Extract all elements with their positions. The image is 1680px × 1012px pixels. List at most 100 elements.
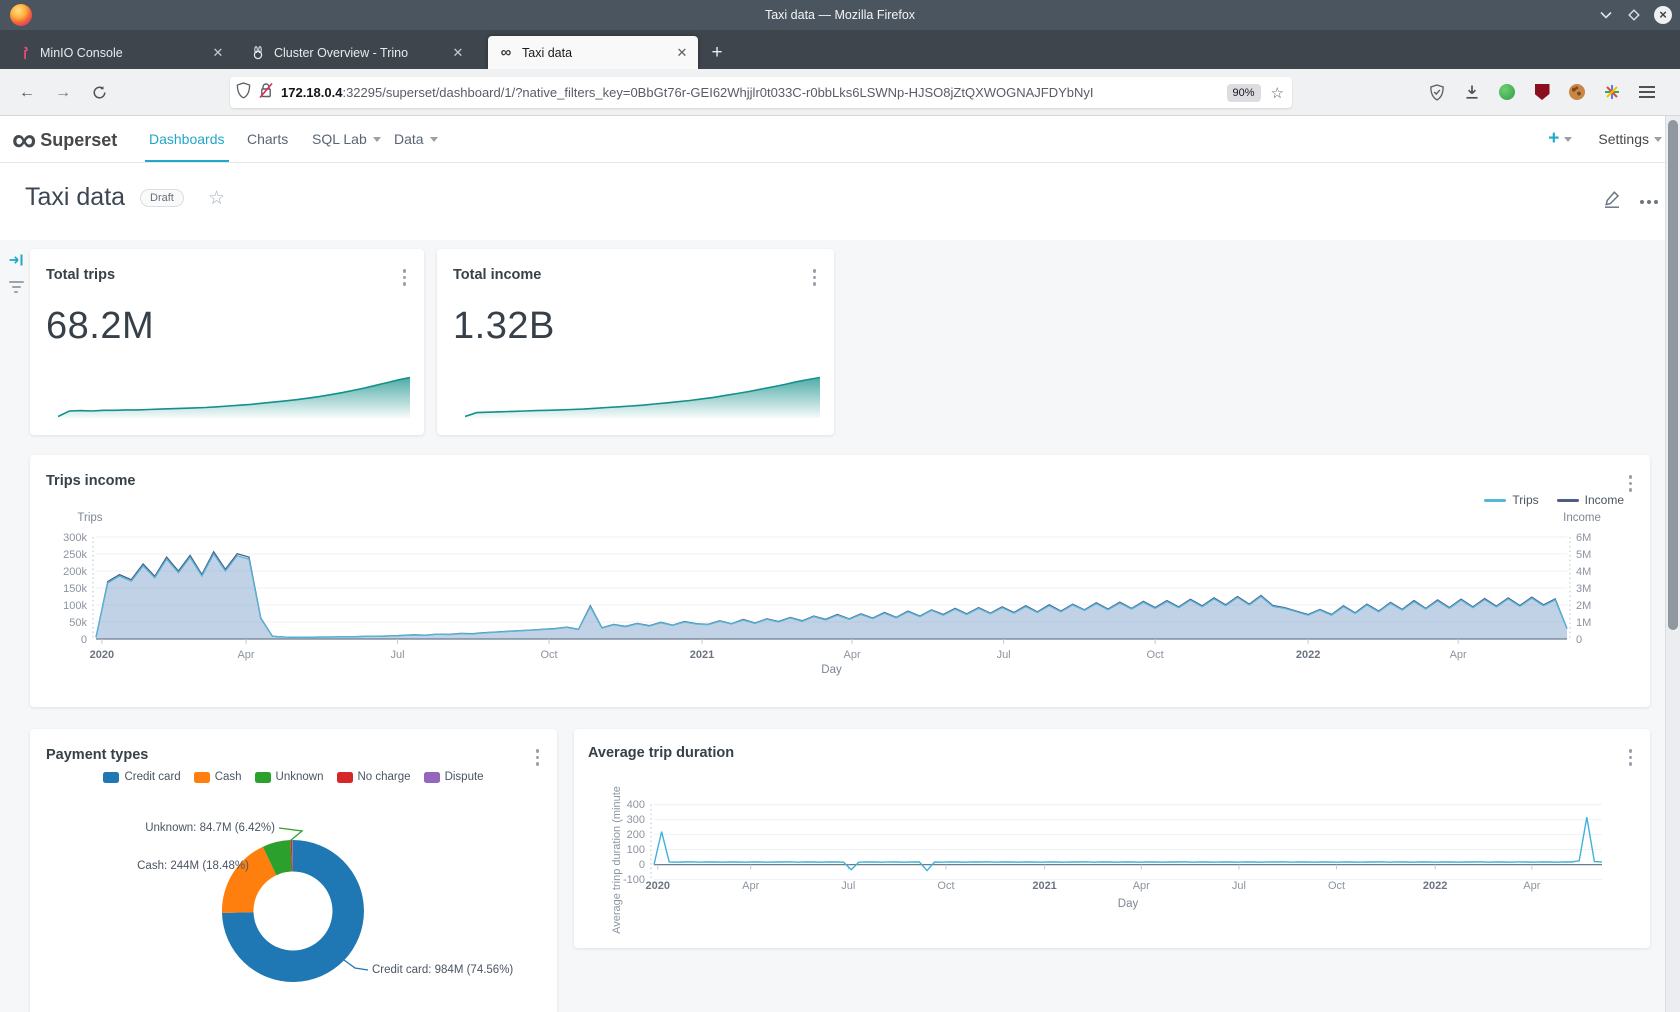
url-bar[interactable]: 172.18.0.4:32295/superset/dashboard/1/?n… — [230, 77, 1292, 108]
chart-legend[interactable]: Credit card Cash Unknown No charge Dispu… — [30, 771, 557, 783]
reload-icon[interactable] — [86, 80, 112, 106]
minio-flamingo-icon — [16, 45, 32, 61]
nav-item-charts[interactable]: Charts — [243, 116, 292, 162]
payment-types-donut-chart[interactable]: Unknown: 84.7M (6.42%) Cash: 244M (18.48%… — [30, 789, 557, 1012]
card-total-trips: Total trips 68.2M — [30, 249, 424, 435]
tab-close-icon[interactable]: ✕ — [210, 45, 226, 61]
svg-text:Apr: Apr — [1523, 880, 1540, 892]
window-close-icon[interactable]: × — [1654, 6, 1672, 24]
svg-text:100k: 100k — [63, 600, 87, 612]
svg-text:2020: 2020 — [90, 649, 114, 661]
dashboard-title: Taxi data — [25, 183, 125, 212]
tab-close-icon[interactable]: ✕ — [674, 45, 690, 61]
card-trips-income: Trips income Trips Income 300k6M250k5M20… — [30, 455, 1650, 707]
menu-hamburger-icon[interactable] — [1638, 83, 1656, 101]
svg-text:Apr: Apr — [1450, 649, 1467, 661]
legend-item-credit-card[interactable]: Credit card — [103, 771, 180, 783]
svg-text:1M: 1M — [1576, 617, 1591, 629]
svg-text:Cash: 244M (18.48%): Cash: 244M (18.48%) — [137, 860, 249, 872]
nav-item-sql-lab[interactable]: SQL Lab — [308, 116, 385, 162]
chevron-down-icon — [1564, 137, 1572, 142]
tab-minio-console[interactable]: MinIO Console ✕ — [6, 36, 234, 69]
edit-pencil-icon[interactable] — [1602, 189, 1622, 214]
tab-trino-cluster[interactable]: Cluster Overview - Trino ✕ — [240, 36, 474, 69]
filter-funnel-icon[interactable] — [8, 278, 24, 296]
svg-text:2M: 2M — [1576, 600, 1591, 612]
dashboard-body: Total trips 68.2M Total income 1.32B Tri… — [0, 240, 1680, 1012]
legend-item-no-charge[interactable]: No charge — [337, 771, 411, 783]
superset-infinity-logo-icon: ∞ — [12, 123, 34, 157]
avg-trip-duration-chart[interactable]: 4003002001000-100Average trinp duration … — [574, 729, 1650, 953]
svg-text:Apr: Apr — [844, 649, 861, 661]
svg-text:Income: Income — [1563, 512, 1601, 524]
download-icon[interactable] — [1463, 83, 1481, 101]
trendline-chart[interactable] — [58, 374, 410, 423]
svg-text:Day: Day — [821, 664, 842, 676]
chart-options-icon[interactable] — [809, 265, 821, 290]
svg-text:2022: 2022 — [1296, 649, 1320, 661]
svg-text:400: 400 — [627, 799, 645, 811]
expand-filter-bar-icon[interactable] — [8, 252, 25, 273]
protection-shield-check-icon[interactable] — [1428, 83, 1446, 101]
trino-bunny-icon — [250, 45, 266, 61]
tab-taxi-data[interactable]: ∞ Taxi data ✕ — [488, 36, 698, 69]
svg-text:Trips: Trips — [77, 512, 102, 524]
svg-text:0: 0 — [1576, 634, 1582, 646]
svg-text:Oct: Oct — [541, 649, 558, 661]
window-title: Taxi data — Mozilla Firefox — [0, 0, 1680, 30]
svg-text:100: 100 — [627, 844, 645, 856]
svg-text:4M: 4M — [1576, 566, 1591, 578]
superset-logo[interactable]: ∞ Superset — [12, 120, 117, 160]
ublock-shield-icon[interactable] — [1533, 83, 1551, 101]
tab-label: Cluster Overview - Trino — [274, 46, 442, 60]
new-item-button[interactable]: + — [1548, 128, 1572, 150]
legend-item-cash[interactable]: Cash — [194, 771, 242, 783]
new-tab-button[interactable]: + — [704, 40, 730, 66]
nav-item-dashboards[interactable]: Dashboards — [145, 116, 229, 162]
trips-income-chart[interactable]: 300k6M250k5M200k4M150k3M100k2M50k1M00Tri… — [30, 455, 1650, 712]
browser-toolbar: ← → 172.18.0.4:32295/superset/dashboard/… — [0, 69, 1680, 116]
chart-title: Payment types — [46, 747, 148, 763]
big-number-value: 1.32B — [453, 305, 555, 348]
cookie-icon[interactable] — [1568, 83, 1586, 101]
zoom-level-badge[interactable]: 90% — [1227, 84, 1261, 102]
chart-title: Total income — [453, 267, 541, 283]
forward-icon[interactable]: → — [50, 80, 76, 106]
bookmark-star-icon[interactable]: ☆ — [1271, 84, 1284, 102]
extension-green-icon[interactable] — [1498, 83, 1516, 101]
legend-item-unknown[interactable]: Unknown — [255, 771, 324, 783]
svg-text:2020: 2020 — [646, 880, 670, 892]
tab-label: Taxi data — [522, 46, 666, 60]
back-icon[interactable]: ← — [14, 80, 40, 106]
favorite-star-icon[interactable]: ☆ — [208, 187, 225, 210]
big-number-value: 68.2M — [46, 305, 154, 348]
svg-text:Jul: Jul — [391, 649, 405, 661]
shield-icon[interactable] — [236, 82, 251, 104]
svg-text:Credit card: 984M (74.56%): Credit card: 984M (74.56%) — [372, 964, 513, 976]
tab-close-icon[interactable]: ✕ — [450, 45, 466, 61]
svg-text:Apr: Apr — [742, 880, 759, 892]
svg-text:Unknown: 84.7M (6.42%): Unknown: 84.7M (6.42%) — [145, 822, 275, 834]
browser-window: Taxi data — Mozilla Firefox × MinIO Cons… — [0, 0, 1680, 1012]
page-scrollbar[interactable] — [1665, 116, 1680, 1012]
settings-menu[interactable]: Settings — [1598, 131, 1662, 147]
svg-text:200k: 200k — [63, 566, 87, 578]
pinwheel-extension-icon[interactable] — [1603, 83, 1621, 101]
legend-item-dispute[interactable]: Dispute — [424, 771, 484, 783]
card-total-income: Total income 1.32B — [437, 249, 834, 435]
chart-options-icon[interactable] — [532, 745, 544, 770]
window-maximize-icon[interactable] — [1626, 9, 1642, 21]
svg-text:Oct: Oct — [1328, 880, 1345, 892]
window-minimize-icon[interactable] — [1598, 11, 1614, 19]
svg-text:Jul: Jul — [997, 649, 1011, 661]
svg-text:Jul: Jul — [841, 880, 855, 892]
svg-text:Oct: Oct — [937, 880, 954, 892]
chart-options-icon[interactable] — [399, 265, 411, 290]
insecure-lock-icon[interactable] — [259, 82, 273, 104]
scrollbar-thumb[interactable] — [1668, 120, 1678, 630]
svg-text:-100: -100 — [623, 874, 645, 886]
nav-item-data[interactable]: Data — [390, 116, 442, 162]
superset-navbar: ∞ Superset Dashboards Charts SQL Lab Dat… — [0, 116, 1680, 163]
trendline-chart[interactable] — [465, 374, 820, 423]
dashboard-more-menu-icon[interactable] — [1640, 200, 1658, 204]
